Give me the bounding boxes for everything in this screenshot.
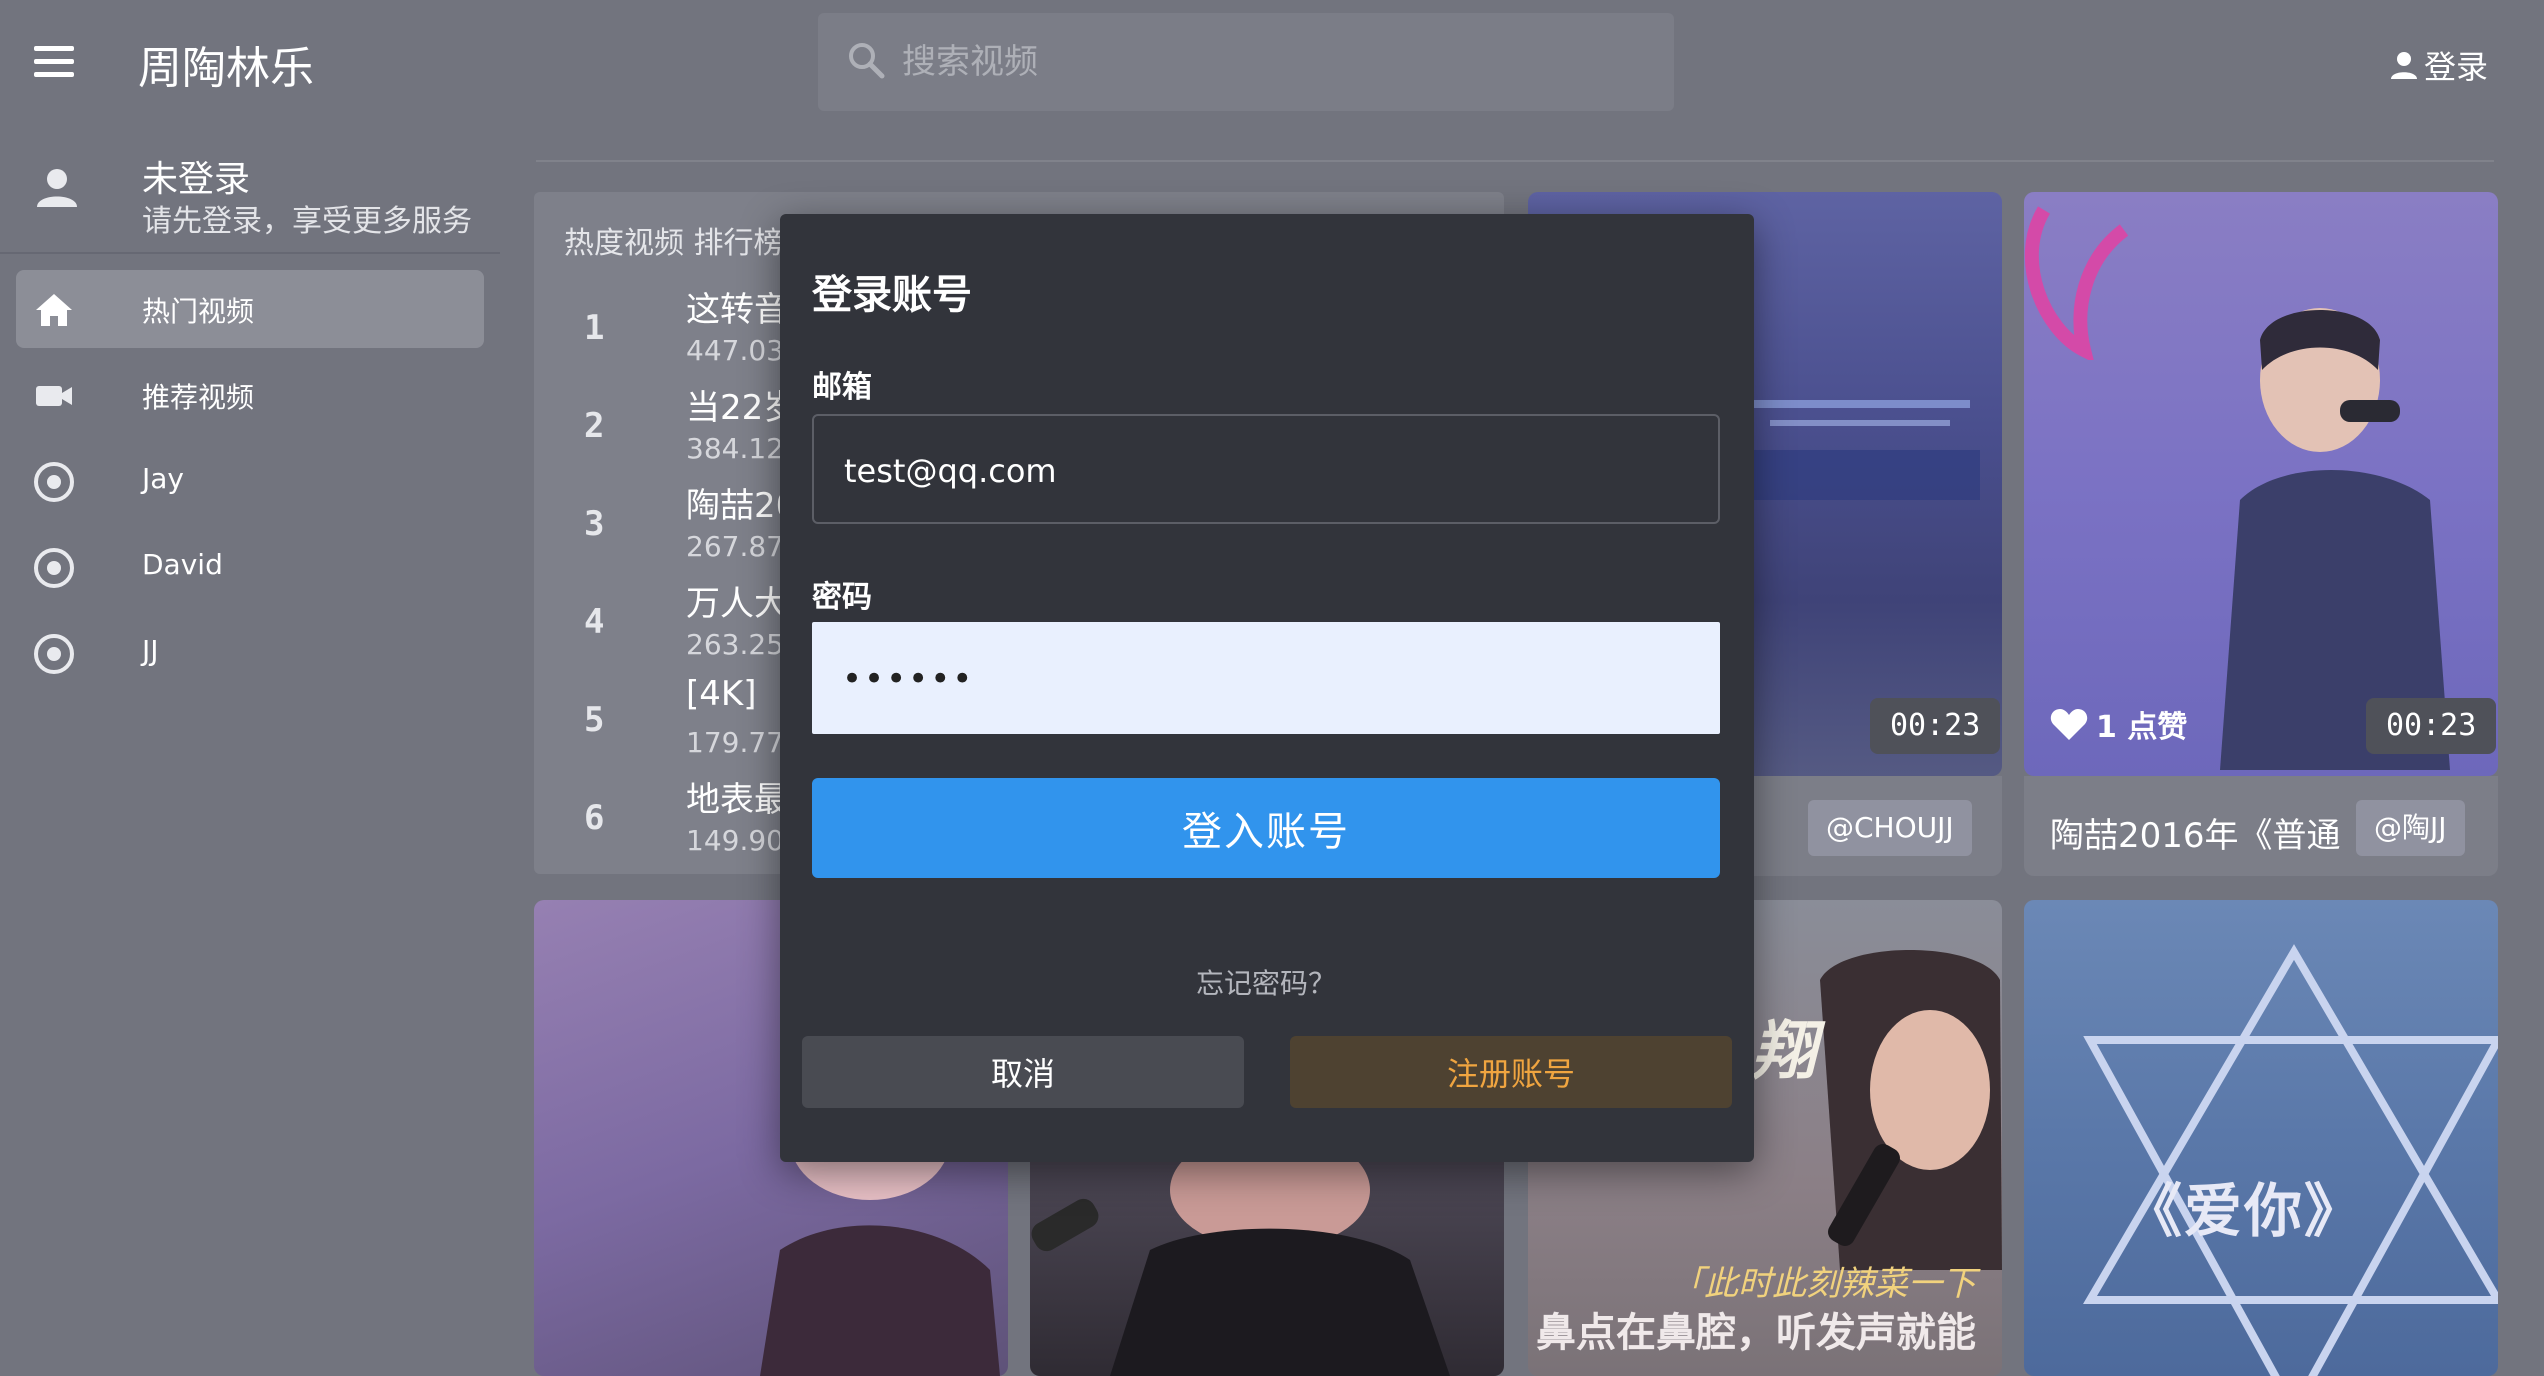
rank-view-count: 384.12 — [686, 432, 784, 465]
sidebar-item-label: JJ — [142, 634, 159, 667]
search-icon — [849, 43, 885, 79]
rank-view-count: 149.90 — [686, 824, 784, 857]
overlay-quote-text: 「此时此刻辣菜一下 — [1670, 1264, 1976, 1304]
menu-icon[interactable] — [34, 46, 74, 78]
app-title: 周陶林乐 — [138, 43, 314, 94]
star-graphic — [2083, 944, 2498, 1376]
duration-badge: 00:23 — [1870, 698, 2001, 754]
home-icon — [36, 294, 72, 326]
uploader-tag[interactable]: @CHOUJJ — [1808, 800, 1972, 856]
overlay-sign-text: 翔 — [1752, 1015, 1816, 1089]
header-login-label: 登录 — [2423, 48, 2488, 86]
sidebar-item-label: Jay — [142, 462, 184, 495]
rank-number: 1 — [584, 308, 605, 348]
forgot-password-link[interactable]: 忘记密码？ — [812, 962, 1720, 1002]
person-icon — [2390, 52, 2417, 79]
rank-view-count: 447.03 — [686, 334, 784, 367]
user-name: 未登录 — [142, 159, 251, 200]
singer-graphic — [1820, 950, 2002, 1270]
radio-icon — [34, 548, 74, 588]
avatar[interactable] — [36, 166, 78, 208]
overlay-title-text: 《爱你》 — [2124, 1177, 2365, 1245]
radio-icon — [34, 634, 74, 674]
singer-graphic — [1031, 1150, 1450, 1376]
sidebar-item-label: 热门视频 — [142, 295, 255, 328]
rank-view-count: 179.77 — [686, 726, 784, 759]
rank-number: 2 — [584, 406, 605, 446]
sidebar-item-label: David — [142, 548, 223, 581]
heart-icon — [2050, 709, 2088, 740]
overlay-caption-text: 鼻点在鼻腔，听发声就能 — [1536, 1310, 1976, 1356]
video-camera-icon — [36, 386, 72, 406]
email-field-box[interactable] — [812, 414, 1720, 524]
uploader-tag[interactable]: @陶JJ — [2356, 800, 2465, 856]
sidebar-item-david[interactable]: David — [16, 528, 484, 606]
rank-view-count: 263.25 — [686, 628, 784, 661]
sidebar-item-jay[interactable]: Jay — [16, 442, 484, 520]
sidebar-item-recommended[interactable]: 推荐视频 — [16, 356, 484, 434]
likes-label: 1 点赞 — [2096, 710, 2188, 745]
headphone-graphic — [2024, 206, 2129, 360]
sidebar-divider — [0, 252, 500, 254]
search-input[interactable] — [900, 32, 1604, 92]
login-submit-button[interactable]: 登入账号 — [812, 778, 1720, 878]
rank-number: 4 — [584, 602, 605, 642]
stage-lights-graphic — [1740, 400, 1980, 500]
rank-number: 6 — [584, 798, 605, 838]
email-field[interactable] — [842, 446, 1696, 496]
rank-number: 5 — [584, 700, 605, 740]
sidebar-item-jj[interactable]: JJ — [16, 614, 484, 692]
video-title[interactable]: 陶喆2016年《普通 — [2050, 808, 2341, 857]
dialog-title: 登录账号 — [812, 272, 972, 318]
sidebar-item-hot[interactable]: 热门视频 — [16, 270, 484, 348]
email-label: 邮箱 — [812, 370, 872, 405]
register-button[interactable]: 注册账号 — [1290, 1036, 1732, 1108]
duration-badge: 00:23 — [2366, 698, 2497, 754]
password-field[interactable] — [840, 654, 1694, 704]
cancel-button[interactable]: 取消 — [802, 1036, 1244, 1108]
likes-count: 1 点赞 — [2050, 702, 2187, 746]
ranking-title: 热度视频 排行榜 — [564, 226, 784, 261]
user-subtitle: 请先登录，享受更多服务 — [142, 204, 472, 239]
password-label: 密码 — [812, 580, 872, 615]
header-login-button[interactable]: 登录 — [2390, 42, 2488, 88]
sidebar-item-label: 推荐视频 — [142, 381, 255, 414]
rank-view-count: 267.87 — [686, 530, 784, 563]
content-divider — [536, 160, 2494, 162]
password-field-box[interactable] — [812, 622, 1720, 734]
rank-number: 3 — [584, 504, 605, 544]
radio-icon — [34, 462, 74, 502]
